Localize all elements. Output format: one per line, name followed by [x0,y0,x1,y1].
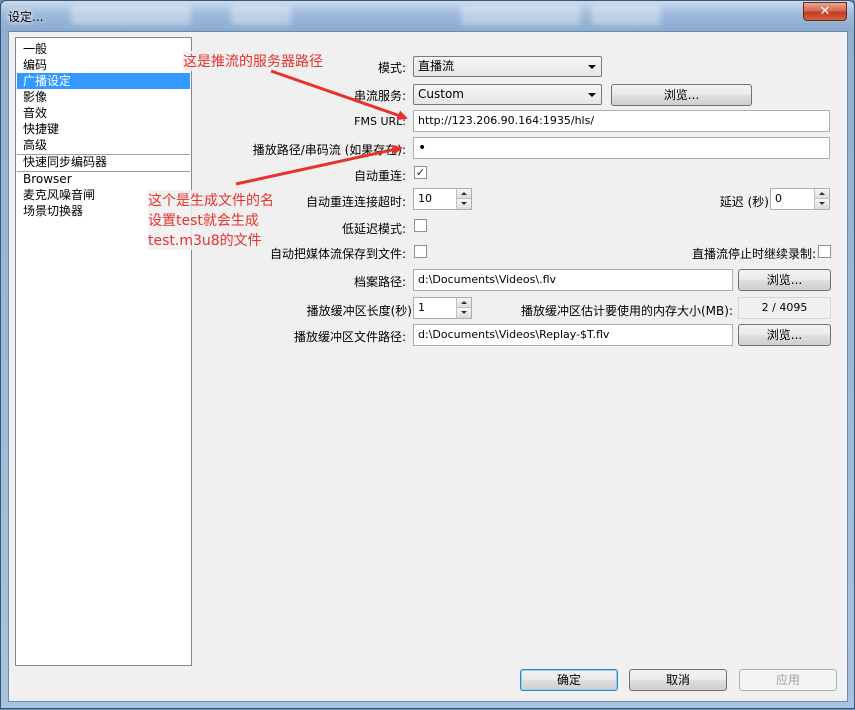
arrow-to-fms-url [270,69,408,121]
settings-window: 设定... ✕ 一般 编码 广播设定 影像 音效 快捷键 高级 快速同步编码器 … [0,0,855,709]
annotation-arrows [235,69,408,186]
arrow-to-play-path [235,144,403,186]
